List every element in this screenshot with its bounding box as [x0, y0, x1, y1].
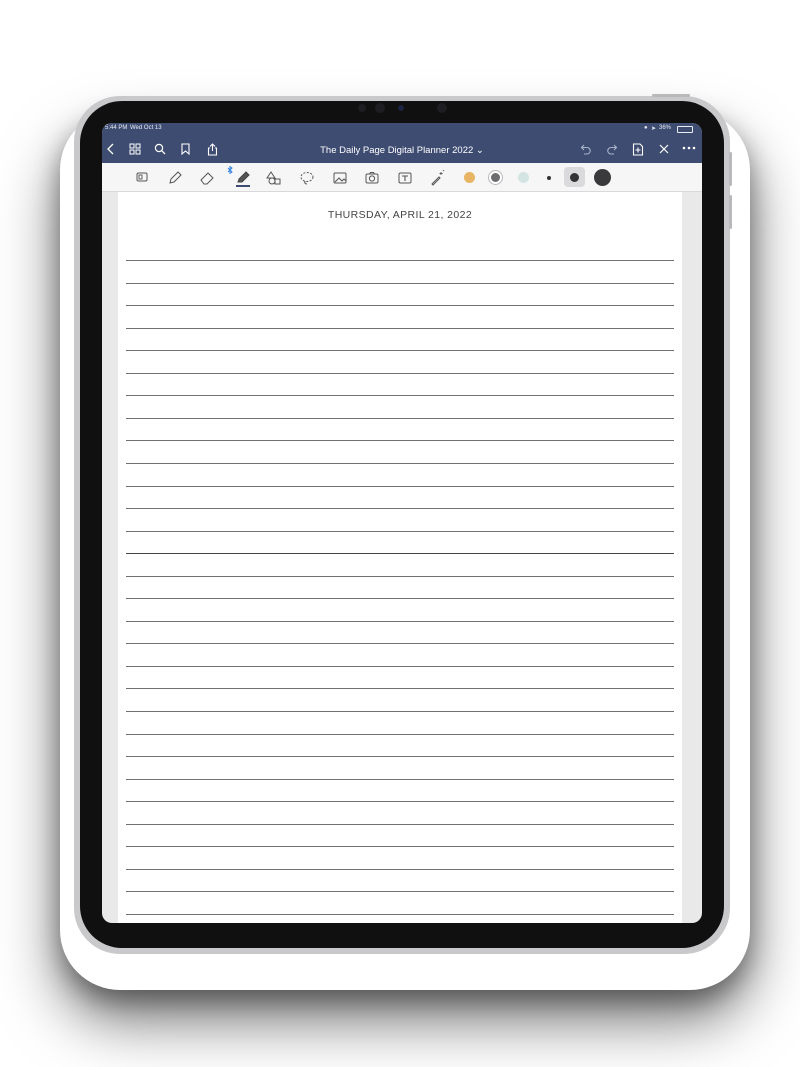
- ruled-line: [126, 643, 674, 644]
- camera-dot: [398, 105, 404, 111]
- ruled-line: [126, 508, 674, 509]
- battery-percent: 36%: [659, 125, 672, 131]
- ruled-line: [126, 373, 674, 374]
- color-swatch-mint[interactable]: [518, 172, 529, 183]
- ruled-line: [126, 463, 674, 464]
- close-icon[interactable]: [658, 143, 670, 155]
- volume-button: [729, 195, 732, 229]
- image-icon[interactable]: [332, 170, 348, 186]
- ruled-line: [126, 486, 674, 487]
- add-page-icon[interactable]: [632, 143, 644, 156]
- undo-icon[interactable]: [580, 143, 592, 155]
- eraser-icon[interactable]: [199, 170, 215, 186]
- battery-icon: [677, 126, 693, 133]
- ruled-line: [126, 846, 674, 847]
- wifi-icon: ●: [644, 125, 648, 131]
- ruled-line: [126, 598, 674, 599]
- page-date-heading: THURSDAY, APRIL 21, 2022: [327, 209, 473, 221]
- ruled-line: [126, 531, 674, 532]
- stroke-size-large[interactable]: [594, 169, 611, 186]
- bluetooth-icon: [227, 166, 233, 174]
- ruled-line: [126, 666, 674, 667]
- color-swatch-gray: [491, 173, 500, 182]
- ruled-line: [126, 869, 674, 870]
- ruled-line: [126, 734, 674, 735]
- ruled-line: [126, 891, 674, 892]
- ruled-line: [126, 756, 674, 757]
- camera-dot: [375, 103, 385, 113]
- pen-icon[interactable]: [167, 170, 183, 186]
- planner-page[interactable]: THURSDAY, APRIL 21, 2022: [118, 192, 682, 923]
- camera-dot: [358, 104, 366, 112]
- ruled-line: [126, 418, 674, 419]
- stroke-size-medium[interactable]: [570, 173, 579, 182]
- volume-button: [729, 152, 732, 186]
- ruled-line: [126, 824, 674, 825]
- ruled-line: [126, 779, 674, 780]
- tool-bar: [102, 163, 702, 192]
- more-icon[interactable]: [682, 145, 696, 151]
- ruled-line: [126, 283, 674, 284]
- ruled-line: [126, 395, 674, 396]
- ruled-line: [126, 440, 674, 441]
- redo-icon[interactable]: [606, 143, 618, 155]
- status-time: 5:44 PM: [105, 125, 128, 131]
- ruled-line: [126, 688, 674, 689]
- ruled-line: [126, 305, 674, 306]
- ruled-line: [126, 328, 674, 329]
- read-mode-icon[interactable]: [135, 170, 149, 184]
- screen: 5:44 PM Wed Oct 13 ● ➤ 36% The Daily Pag…: [102, 123, 702, 923]
- camera-dot: [437, 103, 447, 113]
- ruled-line: [126, 801, 674, 802]
- ruled-line: [126, 711, 674, 712]
- ruled-line: [126, 576, 674, 577]
- text-icon[interactable]: [397, 170, 413, 186]
- ruled-line: [126, 350, 674, 351]
- status-date: Wed Oct 13: [130, 125, 162, 131]
- highlighter-icon[interactable]: [234, 170, 252, 188]
- lasso-icon[interactable]: [299, 170, 315, 186]
- shapes-icon[interactable]: [266, 170, 282, 186]
- navigation-bar: 5:44 PM Wed Oct 13 ● ➤ 36% The Daily Pag…: [102, 123, 702, 163]
- ruled-line: [126, 621, 674, 622]
- ruled-line: [126, 914, 674, 915]
- ruled-line: [126, 553, 674, 554]
- color-swatch-yellow[interactable]: [464, 172, 475, 183]
- stroke-size-small[interactable]: [547, 176, 551, 180]
- laser-pointer-icon[interactable]: [429, 170, 445, 186]
- camera-icon[interactable]: [364, 170, 380, 186]
- top-button: [652, 94, 690, 97]
- ruled-line: [126, 260, 674, 261]
- location-icon: ➤: [651, 126, 657, 132]
